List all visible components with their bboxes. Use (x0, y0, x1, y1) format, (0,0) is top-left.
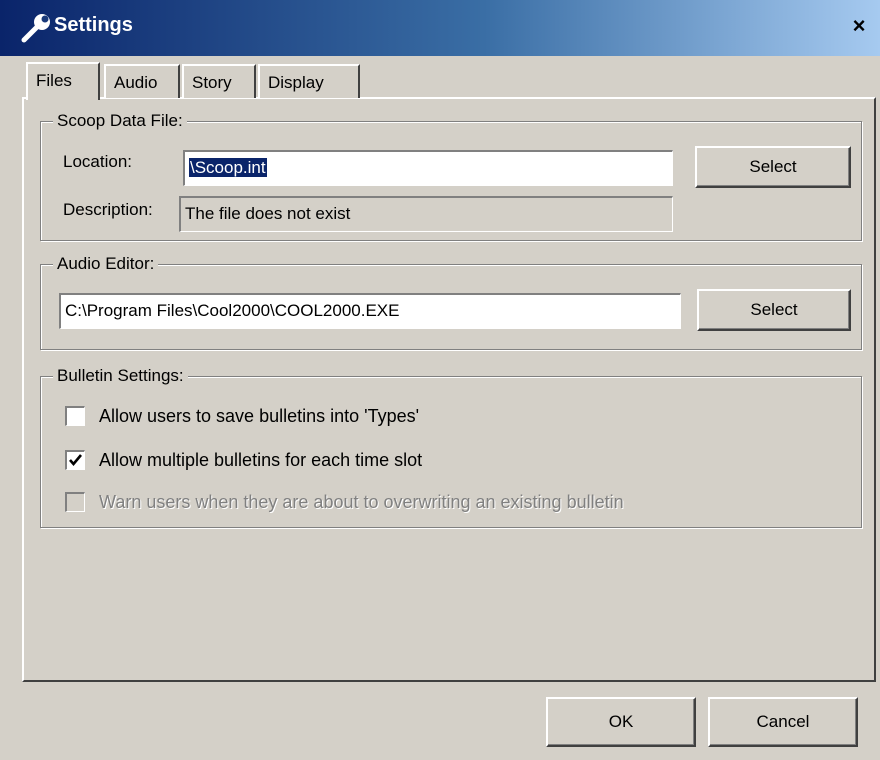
description-field: The file does not exist (179, 196, 673, 232)
checkmark-icon (69, 454, 82, 467)
location-value: \Scoop.int (189, 158, 267, 177)
save-bulletins-types-label[interactable]: Allow users to save bulletins into 'Type… (99, 404, 419, 428)
audio-editor-select-button[interactable]: Select (697, 289, 851, 331)
wrench-icon (21, 14, 50, 43)
tab-display[interactable]: Display (258, 64, 360, 98)
window-title: Settings (54, 14, 133, 36)
location-label: Location: (63, 152, 132, 171)
location-input[interactable]: \Scoop.int (183, 150, 673, 186)
tab-audio[interactable]: Audio (104, 64, 180, 98)
tab-panel-files: Scoop Data File: Location: \Scoop.int Se… (22, 97, 876, 682)
bulletin-settings-group: Bulletin Settings: Allow users to save b… (40, 365, 862, 528)
tab-story[interactable]: Story (182, 64, 256, 98)
title-bar[interactable]: Settings × (0, 0, 880, 56)
ok-button[interactable]: OK (546, 697, 696, 747)
close-button[interactable]: × (848, 14, 870, 38)
tab-files[interactable]: Files (26, 62, 100, 100)
multiple-bulletins-checkbox[interactable] (65, 450, 85, 470)
scoop-data-file-label: Scoop Data File: (53, 110, 187, 132)
bulletin-settings-label: Bulletin Settings: (53, 365, 188, 387)
scoop-data-file-group: Scoop Data File: Location: \Scoop.int Se… (40, 110, 862, 241)
save-bulletins-types-checkbox[interactable] (65, 406, 85, 426)
warn-overwrite-checkbox (65, 492, 85, 512)
settings-dialog: Settings × Scoop Data File: Location: \S… (0, 0, 880, 760)
cancel-button[interactable]: Cancel (708, 697, 858, 747)
location-select-button[interactable]: Select (695, 146, 851, 188)
audio-editor-label: Audio Editor: (53, 253, 159, 275)
multiple-bulletins-label[interactable]: Allow multiple bulletins for each time s… (99, 448, 422, 472)
description-label: Description: (63, 200, 153, 219)
audio-editor-path-input[interactable]: C:\Program Files\Cool2000\COOL2000.EXE (59, 293, 681, 329)
audio-editor-group: Audio Editor: C:\Program Files\Cool2000\… (40, 253, 862, 350)
warn-overwrite-label: Warn users when they are about to overwr… (99, 492, 624, 512)
